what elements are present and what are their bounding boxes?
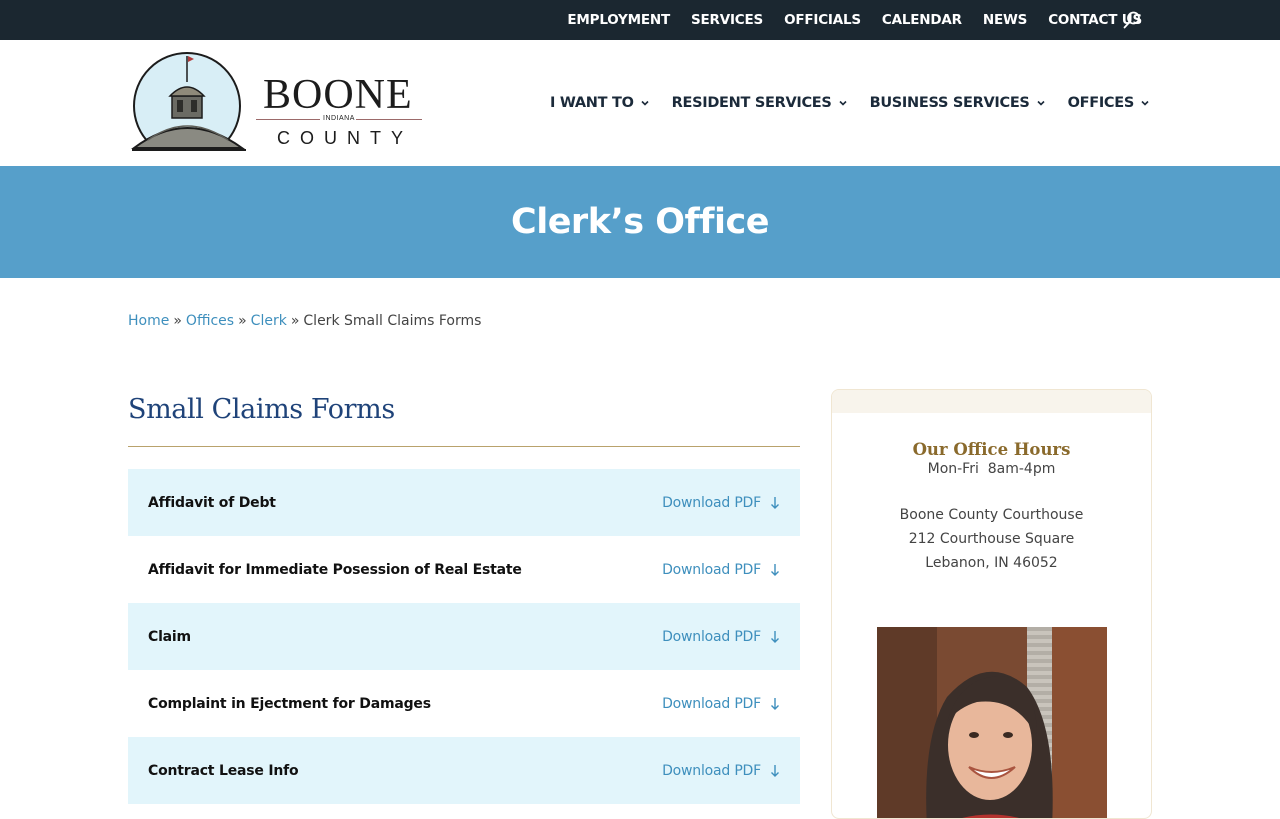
nav-item-label: I WANT TO (550, 95, 634, 111)
download-pdf-link[interactable]: Download PDF (662, 696, 780, 712)
office-hours-title: Our Office Hours (912, 440, 1071, 459)
list-item: Affidavit of Debt Download PDF (128, 469, 800, 536)
breadcrumb-separator: » (290, 313, 300, 329)
form-name: Complaint in Ejectment for Damages (148, 695, 431, 712)
top-utility-bar: EMPLOYMENT SERVICES OFFICIALS CALENDAR N… (0, 0, 1280, 40)
courthouse-dome-icon (130, 52, 250, 154)
form-name: Affidavit of Debt (148, 494, 276, 511)
breadcrumb-current: Clerk Small Claims Forms (303, 313, 482, 329)
forms-list: Affidavit of Debt Download PDF Affidavit… (128, 469, 800, 804)
utility-link-employment[interactable]: EMPLOYMENT (567, 12, 670, 28)
utility-link-services[interactable]: SERVICES (691, 12, 763, 28)
form-name: Contract Lease Info (148, 762, 299, 779)
address-line: 212 Courthouse Square (908, 531, 1075, 547)
download-label: Download PDF (662, 762, 761, 779)
utility-link-news[interactable]: NEWS (983, 12, 1028, 28)
chevron-down-icon (1141, 100, 1149, 106)
download-arrow-icon (771, 697, 779, 710)
breadcrumb-link-home[interactable]: Home (128, 313, 169, 329)
breadcrumb-separator: » (173, 313, 182, 329)
main-nav: I WANT TO RESIDENT SERVICES BUSINESS SER… (528, 40, 1150, 166)
breadcrumb-separator: » (238, 313, 247, 329)
search-icon[interactable] (1123, 11, 1141, 29)
breadcrumb-link-offices[interactable]: Offices (186, 313, 234, 329)
utility-nav: EMPLOYMENT SERVICES OFFICIALS CALENDAR N… (546, 0, 1142, 40)
nav-item-offices[interactable]: OFFICES (1068, 95, 1150, 111)
address-line: Lebanon, IN 46052 (925, 555, 1058, 571)
nav-item-business-services[interactable]: BUSINESS SERVICES (870, 95, 1046, 111)
utility-link-officials[interactable]: OFFICIALS (784, 12, 861, 28)
office-address: Boone County Courthouse 212 Courthouse S… (832, 503, 1151, 575)
site-header: BOONE INDIANA COUNTY I WANT TO RESIDENT … (0, 40, 1280, 166)
office-info-sidebar: Our Office Hours Mon-Fri 8am-4pm Boone C… (831, 389, 1152, 819)
download-arrow-icon (771, 563, 779, 576)
list-item: Affidavit for Immediate Posession of Rea… (128, 536, 800, 603)
nav-item-i-want-to[interactable]: I WANT TO (550, 95, 650, 111)
download-label: Download PDF (662, 628, 761, 645)
main-content: Small Claims Forms Affidavit of Debt Dow… (128, 390, 800, 804)
utility-link-calendar[interactable]: CALENDAR (882, 12, 962, 28)
chevron-down-icon (838, 100, 847, 106)
list-item: Contract Lease Info Download PDF (128, 737, 800, 804)
logo-rule-left (256, 119, 320, 120)
download-pdf-link[interactable]: Download PDF (662, 562, 780, 578)
download-label: Download PDF (662, 494, 761, 511)
list-item: Complaint in Ejectment for Damages Downl… (128, 670, 800, 737)
breadcrumb: Home» Offices» Clerk» Clerk Small Claims Fo… (128, 313, 481, 329)
page-title: Clerk’s Office (511, 202, 769, 242)
chevron-down-icon (1037, 100, 1045, 106)
nav-item-label: RESIDENT SERVICES (671, 95, 832, 111)
form-name: Claim (148, 628, 191, 645)
address-line: Boone County Courthouse (899, 507, 1084, 523)
download-arrow-icon (771, 496, 779, 509)
download-pdf-link[interactable]: Download PDF (662, 495, 780, 511)
list-item: Claim Download PDF (128, 603, 800, 670)
download-label: Download PDF (662, 561, 761, 578)
download-pdf-link[interactable]: Download PDF (662, 763, 780, 779)
form-name: Affidavit for Immediate Posession of Rea… (148, 561, 522, 578)
heading-divider (128, 446, 800, 447)
logo-text-indiana: INDIANA (323, 115, 355, 122)
nav-item-resident-services[interactable]: RESIDENT SERVICES (672, 95, 848, 111)
logo-text-county: COUNTY (277, 128, 413, 148)
chevron-down-icon (641, 100, 649, 106)
clerk-portrait-photo (877, 627, 1107, 818)
logo-text-boone: BOONE (263, 72, 413, 118)
nav-item-label: OFFICES (1067, 95, 1135, 111)
section-heading: Small Claims Forms (128, 394, 395, 425)
office-hours-text: Mon-Fri 8am-4pm (927, 461, 1056, 477)
download-pdf-link[interactable]: Download PDF (662, 629, 780, 645)
nav-item-label: BUSINESS SERVICES (869, 95, 1030, 111)
download-arrow-icon (771, 764, 779, 777)
sidebar-top-band (832, 390, 1151, 413)
page-hero-banner: Clerk’s Office (0, 166, 1280, 278)
boone-county-logo[interactable]: BOONE INDIANA COUNTY (130, 50, 426, 154)
portrait-illustration (877, 627, 1107, 818)
download-label: Download PDF (662, 695, 761, 712)
download-arrow-icon (771, 630, 779, 643)
breadcrumb-link-clerk[interactable]: Clerk (251, 313, 287, 329)
logo-rule-right (356, 119, 422, 120)
